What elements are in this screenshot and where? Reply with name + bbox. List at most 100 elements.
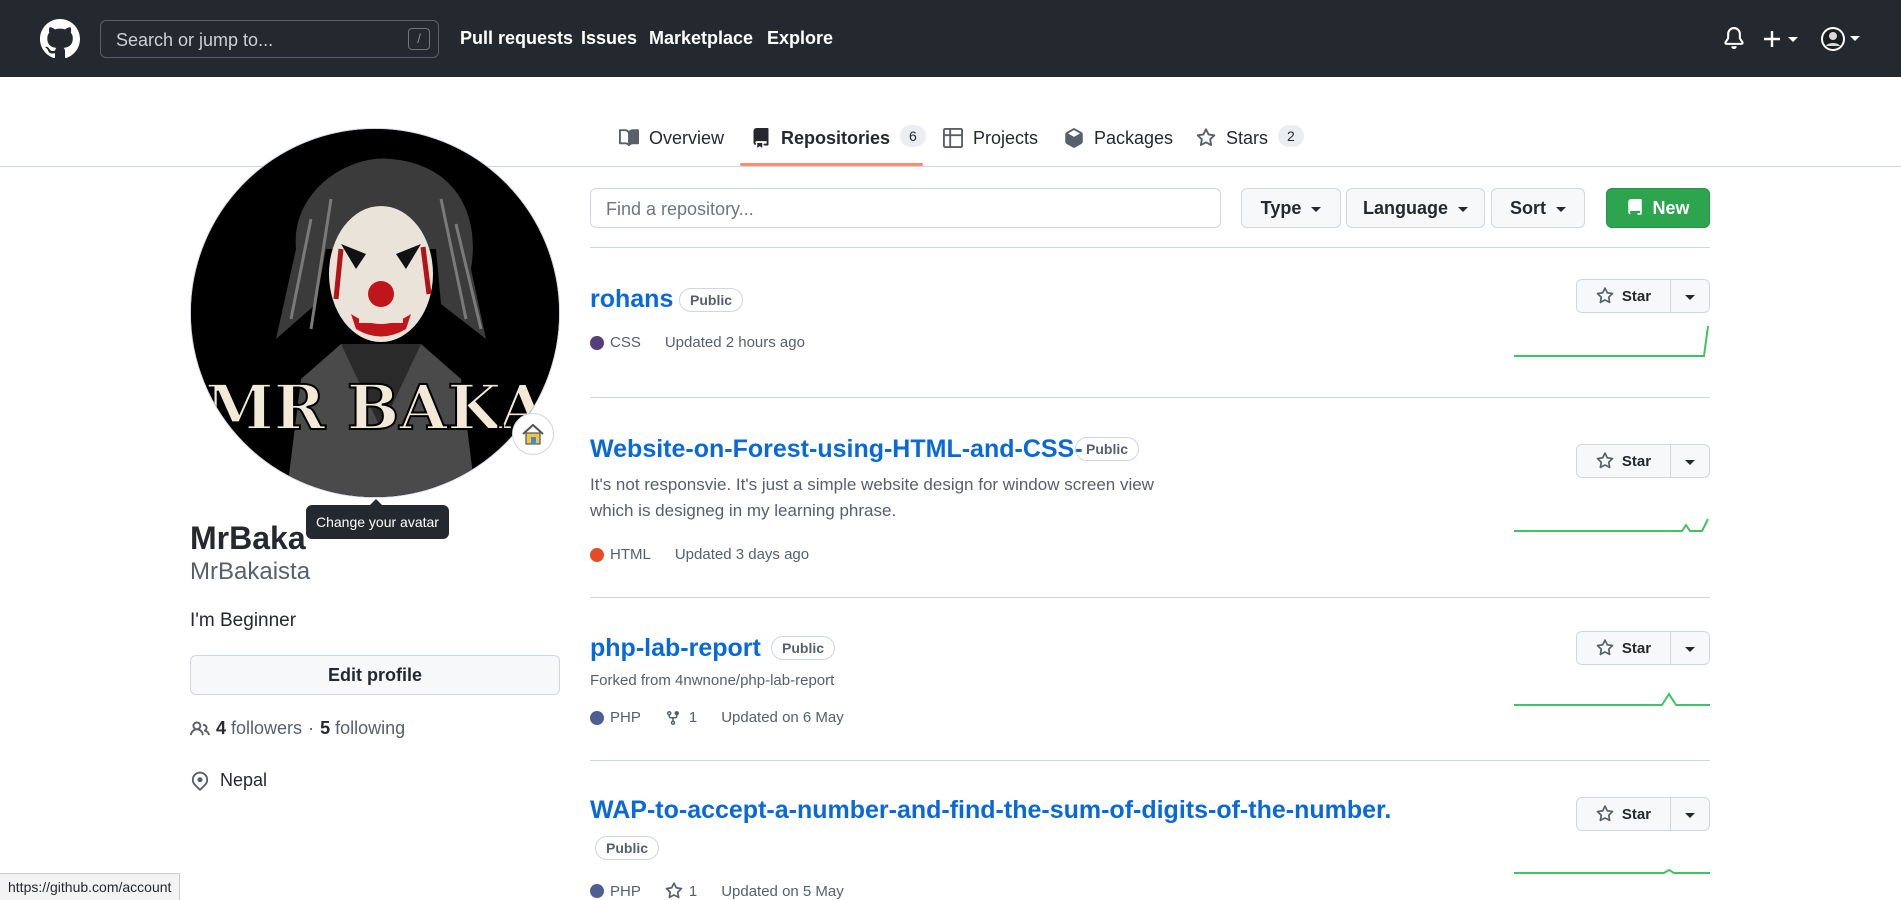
repo-updated: Updated 2 hours ago — [664, 334, 805, 351]
language-filter-button[interactable]: Language — [1346, 188, 1485, 228]
repo-language: HTML — [610, 546, 651, 563]
visibility-badge: Public — [595, 836, 660, 860]
language-color-dot — [590, 710, 604, 725]
repo-language: CSS — [610, 334, 641, 351]
star-icon — [1596, 452, 1614, 469]
followers-label: followers — [231, 718, 303, 738]
list-divider — [590, 760, 1710, 761]
caret-down-icon — [1458, 207, 1468, 212]
repo-name-link[interactable]: WAP-to-accept-a-number-and-find-the-sum-… — [590, 796, 1391, 825]
repo-icon — [753, 128, 769, 148]
star-icon — [1596, 639, 1614, 656]
following-link[interactable]: 5 following — [320, 718, 405, 739]
tab-overview[interactable]: Overview — [619, 120, 724, 166]
visibility-badge: Public — [771, 636, 836, 660]
find-repository-input[interactable]: Find a repository... — [590, 188, 1221, 228]
star-button[interactable]: Star — [1577, 445, 1671, 477]
avatar-artwork: MR BAKA — [191, 129, 559, 497]
find-repository-placeholder: Find a repository... — [606, 199, 754, 219]
nav-pull-requests[interactable]: Pull requests — [460, 28, 573, 49]
repo-meta: PHP 1 Updated on 6 May — [590, 709, 844, 726]
caret-down-icon — [1685, 295, 1695, 300]
language-color-dot — [590, 884, 604, 898]
list-divider — [590, 597, 1710, 598]
repo-name-link[interactable]: php-lab-report — [590, 634, 761, 663]
star-lists-dropdown[interactable] — [1671, 445, 1709, 477]
fork-icon — [666, 710, 679, 725]
tab-overview-label: Overview — [649, 128, 725, 148]
activity-sparkline — [1514, 325, 1709, 357]
list-divider — [590, 397, 1710, 398]
search-placeholder: Search or jump to... — [116, 30, 274, 50]
star-label: Star — [1621, 639, 1652, 657]
change-avatar-tooltip: Change your avatar — [306, 499, 449, 539]
bell-icon[interactable] — [1723, 27, 1745, 49]
nav-explore[interactable]: Explore — [767, 28, 833, 49]
repo-name-link[interactable]: Website-on-Forest-using-HTML-and-CSS- — [590, 435, 1083, 464]
repo-language: PHP — [610, 882, 641, 900]
star-button-group: Star — [1576, 279, 1710, 313]
sort-filter-button[interactable]: Sort — [1491, 188, 1585, 228]
repo-meta: PHP 1 Updated on 5 May — [590, 882, 844, 900]
top-header: Search or jump to... / Pull requests Iss… — [0, 0, 1901, 77]
repo-updated: Updated 3 days ago — [674, 546, 810, 563]
tab-repositories[interactable]: Repositories 6 — [751, 120, 926, 166]
following-label: following — [335, 718, 406, 738]
people-icon — [190, 720, 210, 735]
followers-count: 4 — [216, 718, 227, 738]
sort-filter-label: Sort — [1510, 197, 1546, 218]
user-avatar-menu-icon[interactable] — [1819, 25, 1863, 53]
repo-fork-count[interactable]: 1 — [689, 709, 697, 726]
type-filter-button[interactable]: Type — [1241, 188, 1341, 228]
repo-name-link[interactable]: rohans — [590, 285, 673, 314]
forked-from-link[interactable]: Forked from 4nwnone/php-lab-report — [590, 672, 834, 689]
book-icon — [619, 129, 639, 147]
followers-link[interactable]: 4 followers — [216, 718, 302, 739]
caret-down-icon — [1685, 460, 1695, 465]
create-new-menu-icon[interactable] — [1763, 27, 1803, 51]
repo-updated: Updated on 5 May — [721, 882, 844, 900]
search-shortcut-key: / — [408, 28, 430, 50]
nav-marketplace[interactable]: Marketplace — [649, 28, 753, 49]
profile-fullname: MrBaka — [190, 520, 306, 556]
github-logo-icon[interactable] — [40, 19, 80, 59]
repo-star-count[interactable]: 1 — [689, 883, 697, 900]
link-preview-statusbar: https://github.com/account — [0, 873, 181, 900]
star-button-group: Star — [1576, 631, 1710, 665]
list-divider — [590, 247, 1710, 248]
visibility-badge: Public — [1075, 437, 1140, 461]
stars-count: 2 — [1278, 125, 1304, 147]
language-color-dot — [590, 335, 604, 350]
caret-down-icon — [1685, 647, 1695, 652]
star-lists-dropdown[interactable] — [1671, 632, 1709, 664]
tab-stars[interactable]: Stars 2 — [1196, 120, 1304, 166]
avatar-title-text: MR BAKA — [205, 371, 548, 444]
repo-icon — [1628, 199, 1643, 215]
repo-language: PHP — [610, 709, 641, 726]
repo-description-line: It's not responsvie. It's just a simple … — [590, 475, 1154, 494]
set-status-button[interactable] — [512, 413, 554, 455]
star-lists-dropdown[interactable] — [1671, 798, 1709, 830]
tab-projects[interactable]: Projects — [943, 120, 1038, 166]
location-pin-icon — [191, 771, 209, 790]
star-button[interactable]: Star — [1577, 632, 1671, 664]
tab-packages[interactable]: Packages — [1064, 120, 1173, 166]
search-input[interactable]: Search or jump to... / — [100, 20, 439, 58]
nav-issues[interactable]: Issues — [581, 28, 637, 49]
star-label: Star — [1621, 287, 1652, 305]
caret-down-icon — [1685, 813, 1695, 818]
tab-stars-label: Stars — [1226, 128, 1269, 148]
repo-meta: HTML Updated 3 days ago — [590, 546, 809, 563]
star-button[interactable]: Star — [1577, 798, 1671, 830]
follow-separator: · — [308, 718, 315, 738]
repo-description: It's not responsvie. It's just a simple … — [590, 472, 1154, 524]
edit-profile-button[interactable]: Edit profile — [190, 655, 560, 695]
caret-down-icon — [1311, 207, 1322, 212]
caret-down-icon — [1556, 207, 1566, 212]
star-lists-dropdown[interactable] — [1671, 280, 1709, 312]
star-button[interactable]: Star — [1577, 280, 1671, 312]
profile-avatar[interactable]: MR BAKA — [190, 128, 560, 498]
activity-sparkline — [1514, 692, 1710, 706]
star-icon — [1196, 128, 1216, 147]
new-repository-button[interactable]: New — [1606, 188, 1710, 228]
